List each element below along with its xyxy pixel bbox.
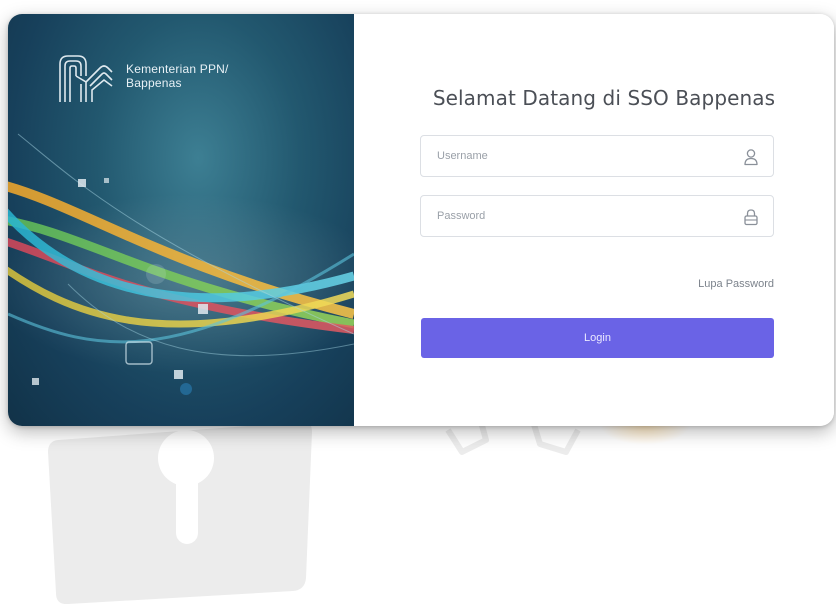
- page-title: Selamat Datang di SSO Bappenas: [432, 86, 776, 110]
- password-input[interactable]: [437, 196, 727, 236]
- brand-name-line1: Kementerian PPN/: [126, 62, 229, 76]
- user-icon: [744, 149, 758, 166]
- lock-icon: [744, 209, 758, 226]
- username-field[interactable]: [420, 135, 774, 177]
- forgot-password-link[interactable]: Lupa Password: [698, 278, 774, 290]
- brand-name: Kementerian PPN/ Bappenas: [126, 62, 229, 90]
- brand-block: Kementerian PPN/ Bappenas: [56, 50, 229, 106]
- username-input[interactable]: [437, 136, 727, 176]
- login-form: Selamat Datang di SSO Bappenas Lupa Pass…: [354, 14, 834, 426]
- padlock-icon: [48, 421, 312, 604]
- password-field[interactable]: [420, 195, 774, 237]
- bappenas-logo-icon: [59, 55, 113, 102]
- login-card: Kementerian PPN/ Bappenas Selamat Datang…: [8, 14, 834, 426]
- login-button[interactable]: Login: [421, 318, 774, 358]
- brand-name-line2: Bappenas: [126, 76, 182, 90]
- page: Kementerian PPN/ Bappenas Selamat Datang…: [0, 0, 836, 604]
- brand-panel: Kementerian PPN/ Bappenas: [8, 14, 354, 426]
